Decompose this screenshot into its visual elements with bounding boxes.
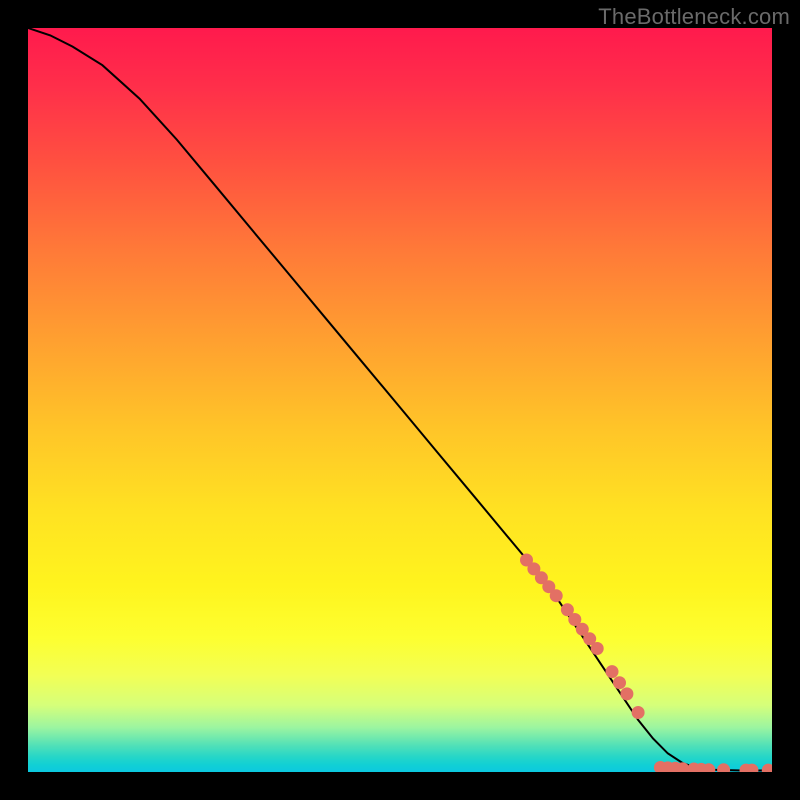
data-marker xyxy=(591,642,604,655)
curve-line xyxy=(28,28,772,771)
plot-area xyxy=(28,28,772,772)
data-marker xyxy=(613,676,626,689)
marker-group xyxy=(520,554,772,773)
data-marker xyxy=(632,706,645,719)
data-marker xyxy=(606,665,619,678)
data-marker xyxy=(550,589,563,602)
data-marker xyxy=(762,764,772,772)
data-marker xyxy=(620,687,633,700)
curve-overlay xyxy=(28,28,772,772)
attribution-label: TheBottleneck.com xyxy=(598,4,790,30)
data-marker xyxy=(717,763,730,772)
chart-stage: TheBottleneck.com xyxy=(0,0,800,800)
